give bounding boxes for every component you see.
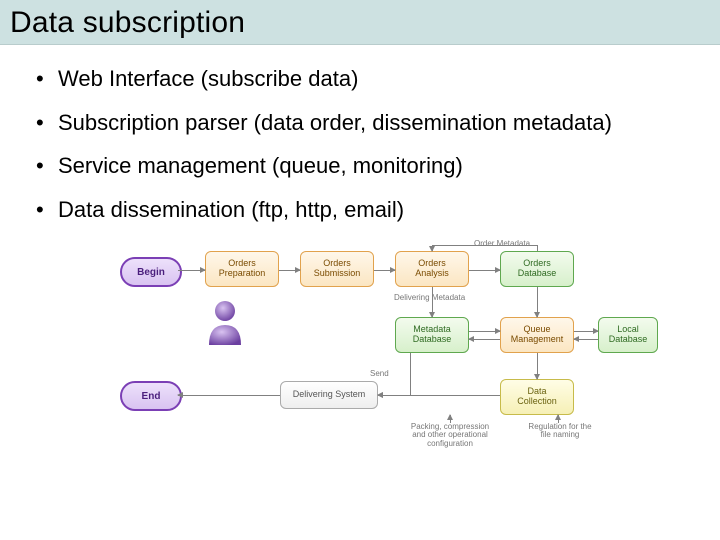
arrow bbox=[469, 339, 500, 340]
arrow bbox=[469, 331, 500, 332]
end-label: End bbox=[142, 391, 161, 402]
data-collection-box: Data Collection bbox=[500, 379, 574, 415]
orders-submission-box: Orders Submission bbox=[300, 251, 374, 287]
label: Data Collection bbox=[507, 387, 567, 407]
arrow bbox=[374, 270, 395, 271]
orders-database-box: Orders Database bbox=[500, 251, 574, 287]
arrow bbox=[279, 270, 300, 271]
cap-send: Send bbox=[370, 369, 389, 378]
orders-preparation-box: Orders Preparation bbox=[205, 251, 279, 287]
label: Delivering System bbox=[293, 390, 366, 400]
arrow-seg bbox=[432, 245, 537, 246]
bullet-list: Web Interface (subscribe data) Subscript… bbox=[30, 65, 690, 223]
label: Queue Management bbox=[507, 325, 567, 345]
user-icon bbox=[205, 299, 245, 345]
arrow bbox=[178, 270, 205, 271]
queue-management-box: Queue Management bbox=[500, 317, 574, 353]
bullet-item: Data dissemination (ftp, http, email) bbox=[30, 196, 690, 224]
arrow bbox=[432, 245, 433, 251]
delivering-system-box: Delivering System bbox=[280, 381, 378, 409]
arrow bbox=[469, 270, 500, 271]
bullet-item: Subscription parser (data order, dissemi… bbox=[30, 109, 690, 137]
label: Orders Database bbox=[507, 259, 567, 279]
arrow bbox=[432, 287, 433, 317]
arrow bbox=[574, 331, 598, 332]
arrow bbox=[537, 353, 538, 379]
note-regulation: Regulation for the file naming bbox=[525, 423, 595, 440]
begin-node: Begin bbox=[120, 257, 182, 287]
label: Orders Preparation bbox=[212, 259, 272, 279]
arrow bbox=[537, 287, 538, 317]
orders-analysis-box: Orders Analysis bbox=[395, 251, 469, 287]
arrow bbox=[450, 415, 451, 423]
arrow-seg bbox=[537, 245, 538, 251]
arrow-seg bbox=[410, 353, 411, 395]
cap-order-metadata: Order Metadata bbox=[474, 239, 530, 248]
end-node: End bbox=[120, 381, 182, 411]
local-database-box: Local Database bbox=[598, 317, 658, 353]
cap-delivering-metadata: Delivering Metadata bbox=[394, 293, 465, 302]
bullet-item: Service management (queue, monitoring) bbox=[30, 152, 690, 180]
metadata-database-box: Metadata Database bbox=[395, 317, 469, 353]
bullet-item: Web Interface (subscribe data) bbox=[30, 65, 690, 93]
flow-diagram: Begin Orders Preparation Orders Submissi… bbox=[80, 239, 640, 469]
arrow bbox=[558, 415, 559, 423]
label: Orders Analysis bbox=[402, 259, 462, 279]
begin-label: Begin bbox=[137, 267, 165, 278]
page-title: Data subscription bbox=[10, 6, 710, 40]
note-packing: Packing, compression and other operation… bbox=[410, 423, 490, 448]
title-bar: Data subscription bbox=[0, 0, 720, 45]
label: Local Database bbox=[605, 325, 651, 345]
label: Orders Submission bbox=[307, 259, 367, 279]
arrow bbox=[574, 339, 598, 340]
arrow-seg bbox=[378, 395, 410, 396]
arrow bbox=[178, 395, 280, 396]
label: Metadata Database bbox=[402, 325, 462, 345]
